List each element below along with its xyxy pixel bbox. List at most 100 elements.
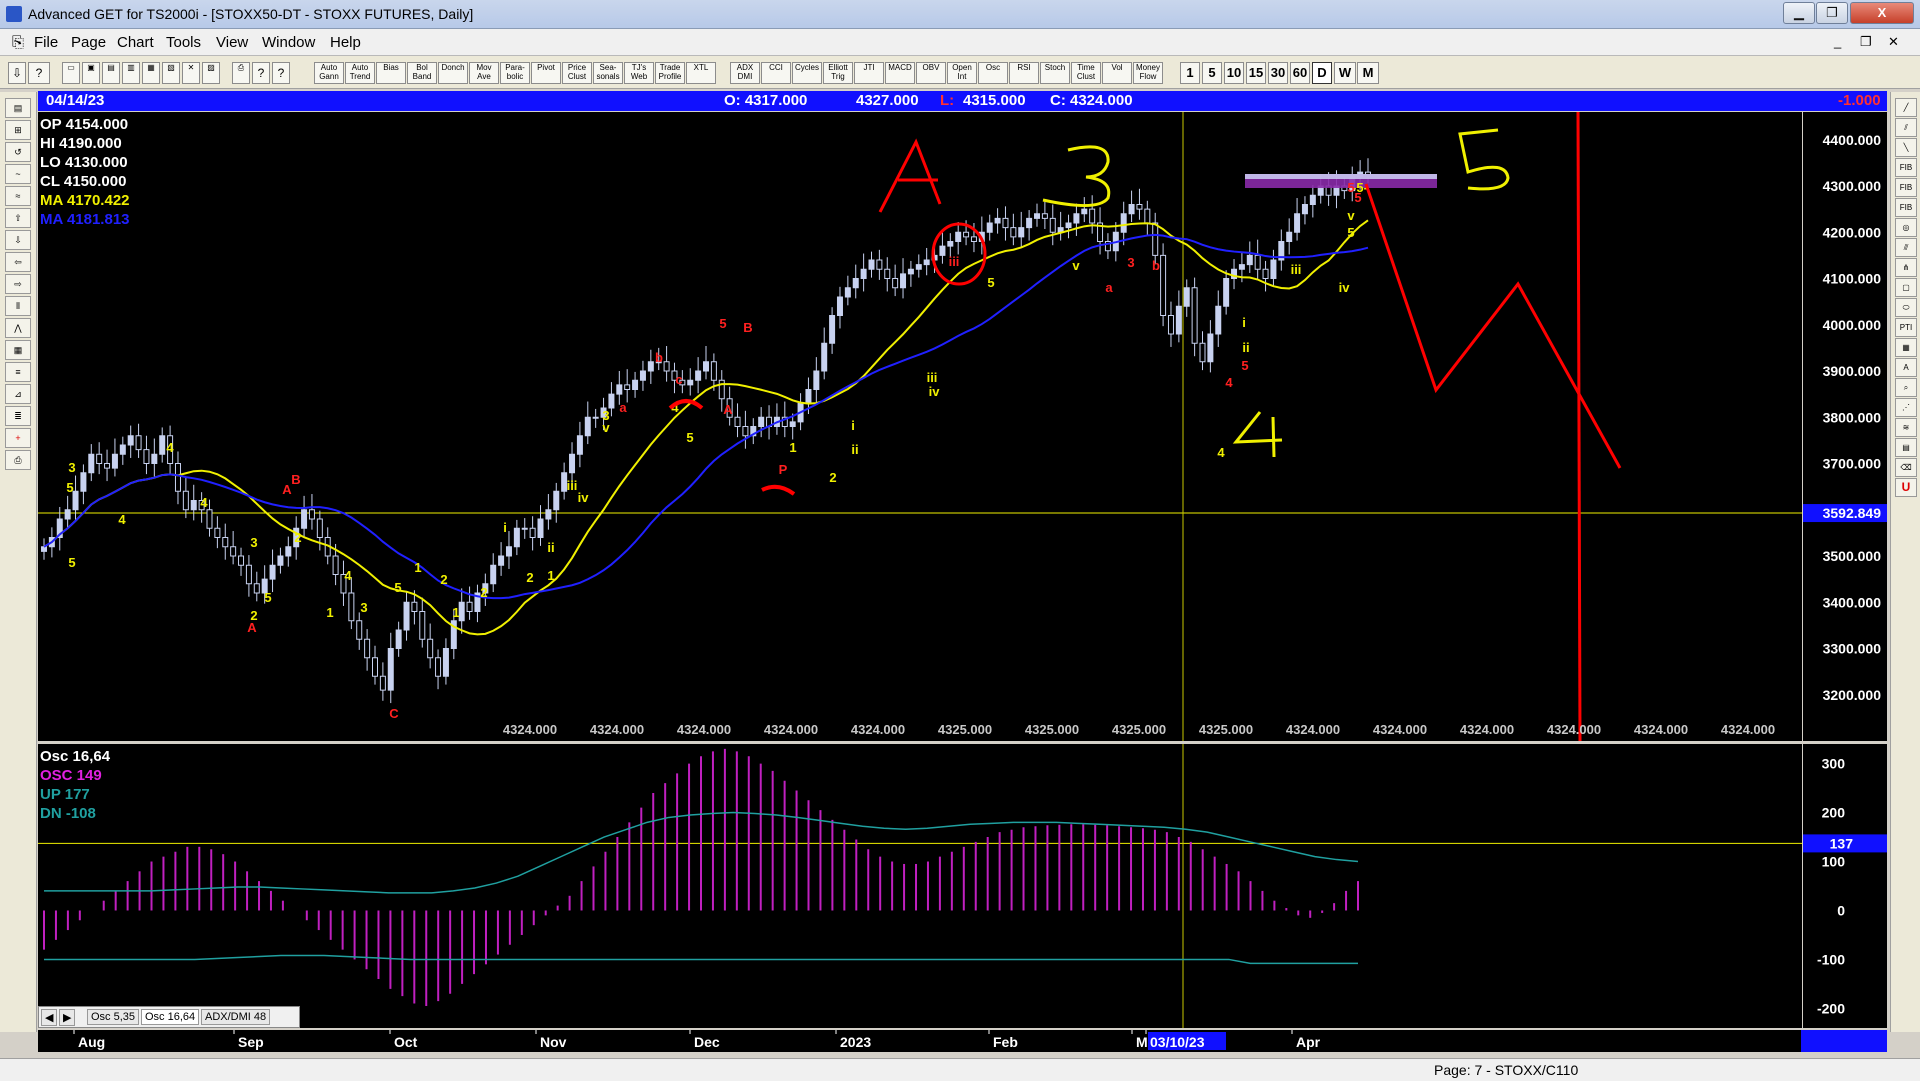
- mdi-minimize-icon[interactable]: _: [1834, 34, 1841, 49]
- menu-tools[interactable]: Tools: [166, 34, 201, 51]
- text-icon[interactable]: A: [1895, 358, 1917, 377]
- reset-icon[interactable]: ↺: [5, 142, 31, 162]
- study-button[interactable]: XTL: [686, 62, 716, 84]
- close-button[interactable]: X: [1850, 2, 1914, 24]
- study-button[interactable]: Auto Trend: [345, 62, 375, 84]
- zoom-icon[interactable]: ⌕: [1895, 378, 1917, 397]
- speed-lines-icon[interactable]: ⋰: [1895, 398, 1917, 417]
- trend-line-icon[interactable]: ╲: [1895, 138, 1917, 157]
- study-button[interactable]: Para-bolic: [500, 62, 530, 84]
- study-button[interactable]: MACD: [885, 62, 915, 84]
- fib-extension-icon[interactable]: FIB: [1895, 178, 1917, 197]
- menu-file[interactable]: File: [34, 34, 58, 51]
- arrow-right-icon[interactable]: ⇨: [5, 274, 31, 294]
- fib-retrace-icon[interactable]: FIB: [1895, 158, 1917, 177]
- draw-line-icon[interactable]: ╱: [1895, 98, 1917, 117]
- period-button[interactable]: M: [1357, 62, 1379, 84]
- arrow-left-icon[interactable]: ⇦: [5, 252, 31, 272]
- study-button[interactable]: JTI: [854, 62, 884, 84]
- print-icon[interactable]: ⎙: [232, 62, 250, 84]
- study-button[interactable]: Mov Ave: [469, 62, 499, 84]
- arrow-up-icon[interactable]: ⇧: [5, 208, 31, 228]
- fib-time-icon[interactable]: FIB: [1895, 198, 1917, 217]
- new-icon[interactable]: ▭: [62, 62, 80, 84]
- lines-icon[interactable]: ≡: [5, 362, 31, 382]
- study-button[interactable]: OBV: [916, 62, 946, 84]
- ellipse-icon[interactable]: ⬭: [1895, 298, 1917, 317]
- price-chart[interactable]: 3 5 4 5 4 4 3 5 2 1 2 4 1 5 3 2 1 2 1 2 i ii iii iv 3 v 4 5 1 2 i ii iii…: [38, 111, 1802, 742]
- study-button[interactable]: ADX DMI: [730, 62, 760, 84]
- menu-chart[interactable]: Chart: [117, 34, 154, 51]
- list-icon[interactable]: ▨: [202, 62, 220, 84]
- study-button[interactable]: Price Clust: [562, 62, 592, 84]
- study-button[interactable]: RSI: [1009, 62, 1039, 84]
- study-button[interactable]: Cycles: [792, 62, 822, 84]
- study-icon[interactable]: ~: [5, 164, 31, 184]
- print-chart-icon[interactable]: ⎙: [5, 450, 31, 470]
- save-icon[interactable]: ▥: [122, 62, 140, 84]
- channel-icon[interactable]: ⫻: [1895, 238, 1917, 257]
- study-button[interactable]: Time Clust: [1071, 62, 1101, 84]
- context-help-icon[interactable]: ?: [272, 62, 290, 84]
- elliott-icon[interactable]: ≈: [5, 186, 31, 206]
- menu-page[interactable]: Page: [71, 34, 106, 51]
- menu-help[interactable]: Help: [330, 34, 361, 51]
- circle-icon[interactable]: ◎: [1895, 218, 1917, 237]
- help-icon[interactable]: ?: [252, 62, 270, 84]
- delete-icon[interactable]: ✕: [182, 62, 200, 84]
- study-button[interactable]: Money Flow: [1133, 62, 1163, 84]
- study-button[interactable]: CCI: [761, 62, 791, 84]
- undo-icon[interactable]: U: [1895, 478, 1917, 497]
- tab-scroll-left[interactable]: ◀: [41, 1009, 58, 1026]
- period-button[interactable]: 15: [1246, 62, 1266, 84]
- tab-adx-dmi[interactable]: ADX/DMI 48: [201, 1009, 271, 1025]
- period-button[interactable]: 1: [1180, 62, 1200, 84]
- grid-tool-icon[interactable]: ▦: [1895, 338, 1917, 357]
- period-button[interactable]: 60: [1290, 62, 1310, 84]
- tab-osc-5-35[interactable]: Osc 5,35: [87, 1009, 140, 1025]
- study-button[interactable]: Elliott Trig: [823, 62, 853, 84]
- minimize-button[interactable]: ▁: [1783, 2, 1815, 24]
- ruler-icon[interactable]: ⊞: [5, 120, 31, 140]
- help-pointer-icon[interactable]: ?: [28, 62, 50, 84]
- tab-scroll-right[interactable]: ▶: [59, 1009, 76, 1026]
- study-button[interactable]: Pivot: [531, 62, 561, 84]
- study-button[interactable]: Stoch: [1040, 62, 1070, 84]
- menu-view[interactable]: View: [216, 34, 248, 51]
- pin-icon[interactable]: ⇩: [8, 62, 26, 84]
- study-button[interactable]: Trade Profile: [655, 62, 685, 84]
- box-icon[interactable]: ▢: [1895, 278, 1917, 297]
- study-button[interactable]: Bol Band: [407, 62, 437, 84]
- mdi-restore-icon[interactable]: ❐: [1860, 34, 1872, 50]
- crosshair-icon[interactable]: +: [5, 428, 31, 448]
- study-button[interactable]: Vol: [1102, 62, 1132, 84]
- grid-icon[interactable]: ▧: [162, 62, 180, 84]
- document-icon[interactable]: ⎘: [12, 34, 24, 51]
- pitchfork-icon[interactable]: ⋔: [1895, 258, 1917, 277]
- mdi-close-icon[interactable]: ✕: [1888, 34, 1899, 50]
- oscillator-pane[interactable]: Osc 16,64 OSC 149 UP 177 DN -108: [38, 744, 1802, 1028]
- calendar-icon[interactable]: ▦: [5, 340, 31, 360]
- period-button[interactable]: W: [1334, 62, 1356, 84]
- pti-icon[interactable]: PTI: [1895, 318, 1917, 337]
- arrow-down-icon[interactable]: ⇩: [5, 230, 31, 250]
- parallel-lines-icon[interactable]: ⫽: [1895, 118, 1917, 137]
- menu-window[interactable]: Window: [262, 34, 315, 51]
- layout-icon[interactable]: ▦: [142, 62, 160, 84]
- study-button[interactable]: Auto Gann: [314, 62, 344, 84]
- tab-osc-16-64[interactable]: Osc 16,64: [141, 1009, 200, 1025]
- study-button[interactable]: TJ's Web: [624, 62, 654, 84]
- wave-icon[interactable]: ⋀: [5, 318, 31, 338]
- restore-button[interactable]: ❐: [1816, 2, 1848, 24]
- study-button[interactable]: Open Int: [947, 62, 977, 84]
- study-button[interactable]: Donch: [438, 62, 468, 84]
- bars-icon[interactable]: ⫴: [5, 296, 31, 316]
- folder-icon[interactable]: ▤: [5, 98, 31, 118]
- cycle-icon[interactable]: ≋: [1895, 418, 1917, 437]
- eraser-icon[interactable]: ⌫: [1895, 458, 1917, 477]
- period-button[interactable]: 5: [1202, 62, 1222, 84]
- study-button[interactable]: Osc: [978, 62, 1008, 84]
- fib-icon[interactable]: ≣: [5, 406, 31, 426]
- study-button[interactable]: Bias: [376, 62, 406, 84]
- copy-icon[interactable]: ▣: [82, 62, 100, 84]
